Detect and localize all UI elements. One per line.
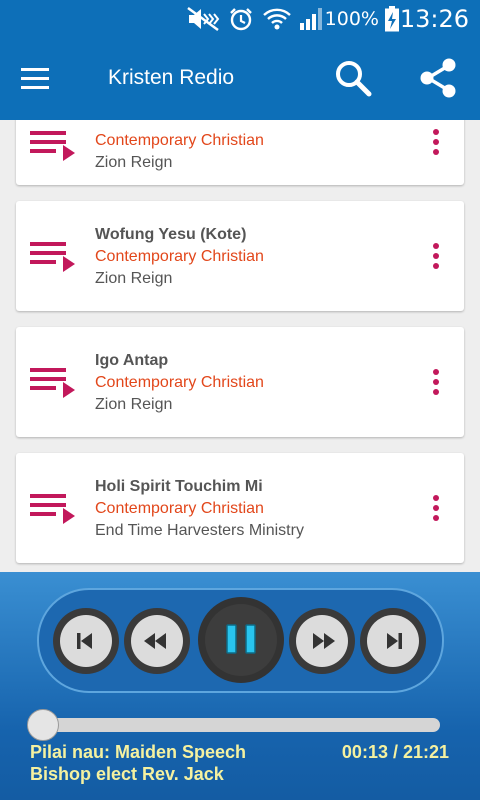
track-genre: Contemporary Christian — [95, 374, 264, 391]
playlist-icon — [30, 242, 75, 272]
share-icon[interactable] — [416, 56, 460, 100]
track-title: Holi Spirit Touchim Mi — [95, 478, 263, 495]
progress-knob[interactable] — [27, 709, 59, 741]
player-panel: Pilai nau: Maiden Speech Bishop elect Re… — [0, 572, 480, 800]
track-artist: Zion Reign — [95, 396, 173, 413]
track-genre: Contemporary Christian — [95, 500, 264, 517]
more-options-icon[interactable] — [426, 367, 446, 397]
progress-track[interactable] — [42, 718, 440, 732]
track-artist: Zion Reign — [95, 270, 173, 287]
track-card[interactable]: Igo Antap Contemporary Christian Zion Re… — [16, 327, 464, 437]
more-options-icon[interactable] — [426, 127, 446, 157]
pause-button[interactable] — [197, 596, 285, 684]
more-options-icon[interactable] — [426, 493, 446, 523]
fast-forward-button[interactable] — [288, 607, 356, 675]
mute-icon — [187, 6, 220, 32]
clock: 13:26 — [399, 5, 469, 33]
alarm-icon — [230, 8, 252, 31]
track-genre: Contemporary Christian — [95, 132, 264, 149]
skip-next-button[interactable] — [359, 607, 427, 675]
playlist-icon — [30, 131, 75, 161]
time-display: 00:13 / 21:21 — [341, 742, 449, 762]
battery-charging-icon — [385, 6, 399, 32]
skip-previous-button[interactable] — [52, 607, 120, 675]
track-card[interactable]: Wofung Yesu (Kote) Contemporary Christia… — [16, 201, 464, 311]
track-card[interactable]: Holi Spirit Touchim Mi Contemporary Chri… — [16, 453, 464, 563]
playlist-icon — [30, 494, 75, 524]
search-icon[interactable] — [333, 58, 373, 98]
now-playing-artist: Bishop elect Rev. Jack — [30, 764, 224, 784]
playlist-icon — [30, 368, 75, 398]
app-title: Kristen Redio — [108, 66, 235, 89]
track-title: Wofung Yesu (Kote) — [95, 226, 247, 243]
track-genre: Contemporary Christian — [95, 248, 264, 265]
battery-percent: 100% — [324, 8, 379, 30]
rewind-button[interactable] — [123, 607, 191, 675]
more-options-icon[interactable] — [426, 241, 446, 271]
track-artist: Zion Reign — [95, 154, 173, 171]
now-playing-title: Pilai nau: Maiden Speech — [30, 742, 247, 762]
status-bar: 100% 13:26 — [0, 0, 480, 38]
track-artist: End Time Harvesters Ministry — [95, 522, 304, 539]
app-bar: Kristen Redio — [0, 38, 480, 120]
menu-icon[interactable] — [18, 63, 54, 95]
track-title: Igo Antap — [95, 352, 169, 369]
signal-icon — [300, 8, 322, 30]
track-card[interactable]: Contemporary Christian Zion Reign — [16, 120, 464, 185]
wifi-icon — [263, 8, 291, 30]
track-list[interactable]: Contemporary Christian Zion Reign Wofung… — [0, 120, 480, 572]
